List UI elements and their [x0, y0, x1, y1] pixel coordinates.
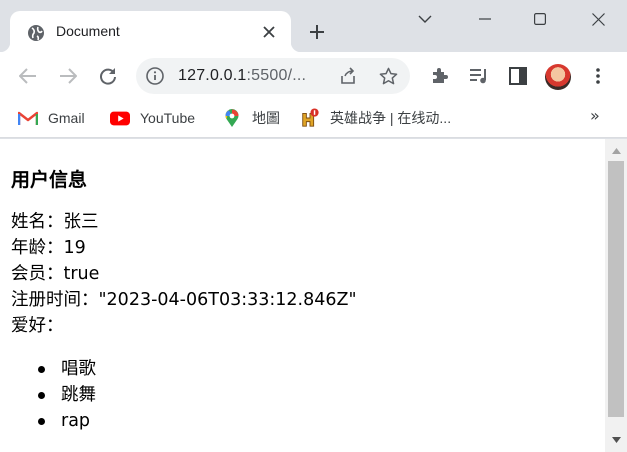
field-value: 19 [63, 238, 86, 258]
field-label: 年龄： [11, 238, 64, 258]
globe-icon [27, 24, 45, 42]
scrollbar-thumb[interactable] [608, 161, 624, 417]
tab-title: Document [56, 23, 120, 39]
close-tab-icon[interactable] [259, 22, 279, 42]
page-title: 用户信息 [11, 169, 88, 191]
browser-toolbar: 127.0.0.1:5500/... [0, 52, 627, 100]
site-info-icon[interactable] [146, 67, 164, 85]
star-bookmark-icon[interactable] [378, 66, 398, 86]
field-age: 年龄：19 [11, 235, 601, 261]
field-member: 会员：true [11, 261, 601, 287]
bookmark-label: 地圖 [252, 110, 280, 126]
list-item: 唱歌 [38, 356, 601, 382]
maps-icon [222, 108, 242, 128]
share-icon[interactable] [338, 66, 358, 86]
list-item: 跳舞 [38, 382, 601, 408]
page-viewport: 用户信息 姓名：张三 年龄：19 会员：true 注册时间："2023-04-0… [0, 139, 627, 452]
bookmark-gmail[interactable]: Gmail [18, 108, 85, 128]
url-host: 127.0.0.1 [178, 67, 247, 84]
hobby-list: 唱歌 跳舞 rap [11, 356, 601, 434]
field-hobbies: 爱好： [11, 313, 601, 339]
address-bar[interactable]: 127.0.0.1:5500/... [136, 58, 410, 94]
extensions-puzzle-icon[interactable] [427, 64, 451, 88]
minimize-icon[interactable] [474, 8, 496, 30]
vertical-scrollbar[interactable] [605, 139, 627, 452]
maximize-icon[interactable] [529, 8, 551, 30]
bookmark-label: 英雄战争 | 在线动... [330, 110, 452, 126]
field-register-time: 注册时间："2023-04-06T03:33:12.846Z" [11, 287, 601, 313]
profile-avatar-icon[interactable] [545, 64, 571, 90]
field-value: "2023-04-06T03:33:12.846Z" [98, 290, 357, 310]
bookmarks-overflow-icon[interactable]: » [590, 106, 600, 125]
field-label: 注册时间： [11, 290, 99, 310]
bookmark-game[interactable]: 英雄战争 | 在线动... [300, 108, 451, 128]
tab-search-chevron-icon[interactable] [414, 8, 436, 30]
url-text: 127.0.0.1:5500/... [178, 67, 306, 85]
bookmarks-bar: Gmail YouTube 地圖 英雄战争 | 在线动... [0, 100, 627, 138]
scroll-up-arrow-icon[interactable] [610, 145, 622, 157]
bookmark-youtube[interactable]: YouTube [110, 108, 195, 128]
url-rest: :5500/... [246, 67, 307, 84]
youtube-icon [110, 108, 130, 128]
bookmark-label: Gmail [48, 110, 85, 126]
close-window-icon[interactable] [587, 8, 609, 30]
field-label: 爱好： [11, 316, 64, 336]
game-icon [300, 108, 320, 128]
tab-document[interactable]: Document [0, 11, 301, 52]
field-name: 姓名：张三 [11, 209, 601, 235]
kebab-menu-icon[interactable] [586, 64, 610, 88]
forward-arrow-icon[interactable] [56, 64, 80, 88]
scroll-down-arrow-icon[interactable] [610, 434, 622, 446]
field-value: 张三 [63, 212, 99, 232]
field-value: true [63, 264, 100, 284]
side-panel-icon[interactable] [506, 64, 530, 88]
bookmark-maps[interactable]: 地圖 [222, 108, 280, 128]
new-tab-icon[interactable] [305, 20, 329, 44]
gmail-icon [18, 108, 38, 128]
tab-strip: Document [0, 0, 627, 52]
list-item: rap [38, 408, 601, 434]
back-arrow-icon[interactable] [16, 64, 40, 88]
field-label: 会员： [11, 264, 64, 284]
reload-icon[interactable] [96, 64, 120, 88]
media-queue-icon[interactable] [467, 64, 491, 88]
bookmark-label: YouTube [140, 110, 196, 126]
page-content: 用户信息 姓名：张三 年龄：19 会员：true 注册时间："2023-04-0… [11, 139, 601, 434]
field-label: 姓名： [11, 212, 64, 232]
